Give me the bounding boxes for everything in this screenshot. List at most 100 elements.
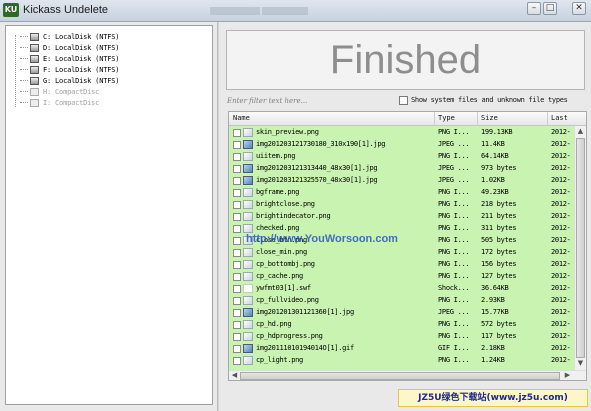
file-type: PNG I... [438,332,470,340]
file-row[interactable]: img201201301121360[1].jpg JPEG ... 15.77KB… [229,307,574,319]
file-type: PNG I... [438,128,470,136]
file-select-checkbox[interactable] [233,177,241,185]
drive-label: F: LocalDisk (NTFS) [43,65,120,74]
drive-item[interactable]: F: LocalDisk (NTFS) [20,64,119,75]
file-size: 572 bytes [481,320,517,328]
png-file-icon [243,356,253,365]
file-row[interactable]: cp_bottombj.png PNG I... 156 bytes 2012- [229,259,574,271]
scroll-left-icon[interactable]: ◀ [229,370,240,380]
drive-item[interactable]: E: LocalDisk (NTFS) [20,53,119,64]
close-button[interactable]: ✕ [572,2,586,15]
file-type: PNG I... [438,212,470,220]
file-select-checkbox[interactable] [233,333,241,341]
file-select-checkbox[interactable] [233,129,241,137]
tree-connector [15,35,16,107]
file-select-checkbox[interactable] [233,297,241,305]
site-banner: JZ5U绿色下载站(www.jz5u.com) [398,389,588,407]
file-size: 49.23KB [481,188,509,196]
drive-tree: C: LocalDisk (NTFS) D: LocalDisk (NTFS) E:… [5,25,213,405]
file-row[interactable]: uiitem.png PNG I... 64.14KB 2012- [229,151,574,163]
hard-disk-icon [30,54,39,63]
file-select-checkbox[interactable] [233,225,241,233]
file-row[interactable]: bgframe.png PNG I... 49.23KB 2012- [229,187,574,199]
png-file-icon [243,296,253,305]
minimize-button[interactable]: – [527,2,541,15]
column-header-last[interactable]: Last [551,114,568,122]
file-type: PNG I... [438,200,470,208]
drive-item[interactable]: D: LocalDisk (NTFS) [20,42,119,53]
file-type: PNG I... [438,356,470,364]
vertical-scroll-thumb[interactable] [576,138,585,358]
file-date: 2012- [551,272,571,280]
file-select-checkbox[interactable] [233,249,241,257]
file-date: 2012- [551,188,571,196]
file-select-checkbox[interactable] [233,273,241,281]
file-size: 1.02KB [481,176,505,184]
file-select-checkbox[interactable] [233,153,241,161]
file-select-checkbox[interactable] [233,201,241,209]
file-row[interactable]: cp_fullvideo.png PNG I... 2.93KB 2012- [229,295,574,307]
file-select-checkbox[interactable] [233,261,241,269]
file-size: 172 bytes [481,248,517,256]
file-select-checkbox[interactable] [233,321,241,329]
scroll-up-icon[interactable]: ▲ [575,126,586,137]
column-header-type[interactable]: Type [438,114,455,122]
file-row[interactable]: brightclose.png PNG I... 218 bytes 2012- [229,199,574,211]
file-select-checkbox[interactable] [233,285,241,293]
file-select-checkbox[interactable] [233,141,241,149]
file-select-checkbox[interactable] [233,213,241,221]
file-select-checkbox[interactable] [233,345,241,353]
column-header-name[interactable]: Name [233,114,250,122]
panel-splitter[interactable] [217,22,219,411]
horizontal-scroll-thumb[interactable] [240,372,560,380]
file-size: 15.77KB [481,308,509,316]
file-row[interactable]: cp_cache.png PNG I... 127 bytes 2012- [229,271,574,283]
filter-input[interactable] [227,95,387,107]
file-select-checkbox[interactable] [233,189,241,197]
file-select-checkbox[interactable] [233,357,241,365]
window-title: Kickass Undelete [23,4,108,16]
drive-item[interactable]: C: LocalDisk (NTFS) [20,31,119,42]
file-row[interactable]: skin_preview.png PNG I... 199.13KB 2012- [229,127,574,139]
png-file-icon [243,272,253,281]
file-type: PNG I... [438,152,470,160]
file-row[interactable]: cp_hd.png PNG I... 572 bytes 2012- [229,319,574,331]
file-type: JPEG ... [438,308,470,316]
file-name: cp_hdprogress.png [256,332,323,340]
tree-connector [20,69,28,70]
scroll-right-icon[interactable]: ▶ [562,370,573,380]
file-date: 2012- [551,212,571,220]
maximize-button[interactable]: □ [543,2,557,15]
drive-item[interactable]: G: LocalDisk (NTFS) [20,75,119,86]
file-name: close_min.png [256,248,307,256]
vertical-scrollbar[interactable]: ▲ ▼ [574,126,586,370]
show-system-files-checkbox[interactable] [399,96,408,105]
file-select-checkbox[interactable] [233,165,241,173]
file-select-checkbox[interactable] [233,309,241,317]
png-file-icon [243,332,253,341]
file-row[interactable]: cp_light.png PNG I... 1.24KB 2012- [229,355,574,367]
file-size: 36.64KB [481,284,509,292]
drive-item[interactable]: H: CompactDisc [20,86,99,97]
file-row[interactable]: brightindecator.png PNG I... 211 bytes 2012… [229,211,574,223]
file-type: PNG I... [438,188,470,196]
file-row[interactable]: ywfmt03[1].swf Shock... 36.64KB 2012- [229,283,574,295]
file-row[interactable]: close_min.png PNG I... 172 bytes 2012- [229,247,574,259]
file-size: 973 bytes [481,164,517,172]
drive-item[interactable]: I: CompactDisc [20,97,99,108]
column-header-size[interactable]: Size [481,114,498,122]
file-row[interactable]: img201203121730180_310x190[1].jpg JPEG ..… [229,139,574,151]
scroll-down-icon[interactable]: ▼ [575,358,586,369]
file-select-checkbox[interactable] [233,237,241,245]
jpg-file-icon [243,140,253,149]
status-panel: Finished [226,30,585,90]
horizontal-scrollbar[interactable]: ◀ ▶ [229,370,586,380]
drive-label: E: LocalDisk (NTFS) [43,54,120,63]
blurred-title-text [262,7,308,15]
file-row[interactable]: img201203121313440_48x30[1].jpg JPEG ... 9… [229,163,574,175]
file-type: PNG I... [438,320,470,328]
file-row[interactable]: cp_hdprogress.png PNG I... 117 bytes 2012- [229,331,574,343]
file-row[interactable]: img20111010194014O[1].gif GIF I... 2.18KB 2… [229,343,574,355]
file-date: 2012- [551,200,571,208]
file-row[interactable]: img201203121325570_48x30[1].jpg JPEG ... 1… [229,175,574,187]
